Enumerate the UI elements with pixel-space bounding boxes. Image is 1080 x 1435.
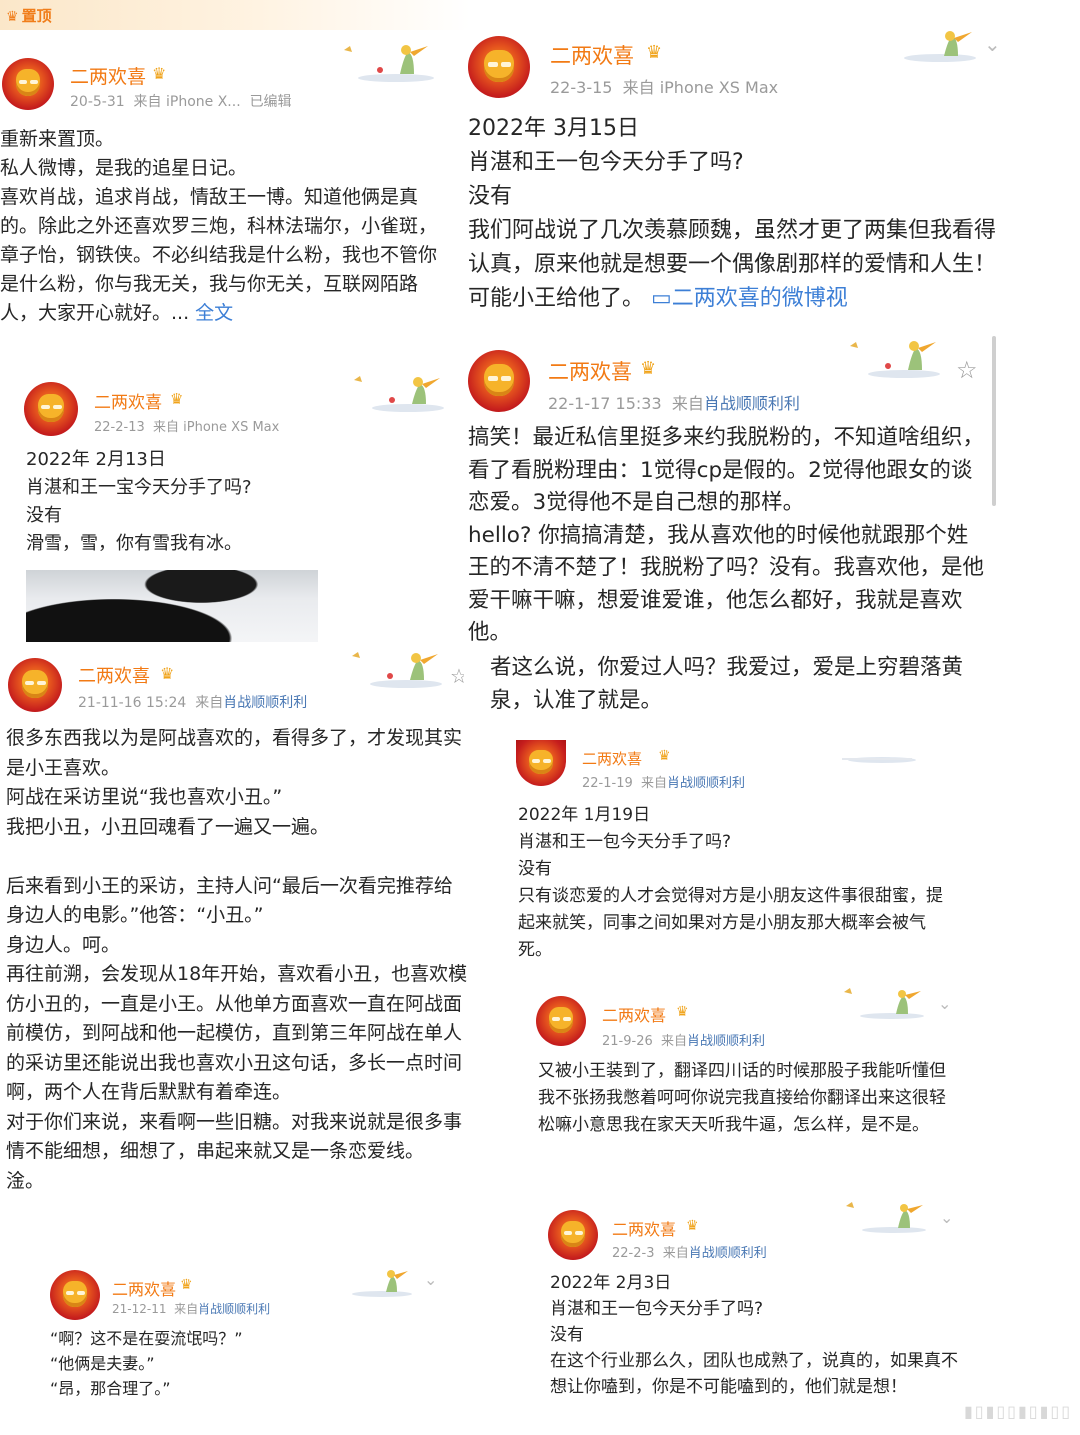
crown-icon: ♛ xyxy=(6,9,19,25)
vip-badge-icon: ♛ xyxy=(160,664,175,683)
weibo-post[interactable]: 二两欢喜 ♛ 21-11-16 15:24 来自肖战顺顺利利 ☆ 很多东西我以为… xyxy=(0,650,476,1260)
avatar[interactable] xyxy=(548,1210,598,1260)
username[interactable]: 二两欢喜 xyxy=(548,356,632,386)
little-prince-decoration-icon xyxy=(844,988,924,1019)
scrollbar-thumb[interactable] xyxy=(992,336,996,506)
post-meta: 22-2-3 来自肖战顺顺利利 xyxy=(612,1246,767,1261)
weibo-post[interactable]: 二两欢喜 ♛ 22-1-19 来自肖战顺顺利利 2022年 1月19日 肖湛和王… xyxy=(512,740,952,968)
little-prince-decoration-icon xyxy=(344,45,434,82)
username[interactable]: 二两欢喜 xyxy=(550,40,634,70)
post-body: 2022年 1月19日 肖湛和王一包今天分手了吗? 没有 只有谈恋爱的人才会觉得… xyxy=(518,805,943,960)
username[interactable]: 二两欢喜 xyxy=(612,1216,676,1240)
post-body: 又被小王装到了，翻译四川话的时候那股子我能听懂但我不张扬我憋着呵呵你说完我直接给… xyxy=(538,1061,946,1135)
avatar[interactable] xyxy=(468,36,530,98)
avatar[interactable] xyxy=(8,658,62,712)
little-prince-decoration-icon xyxy=(352,1270,412,1297)
post-meta: 22-1-19 来自肖战顺顺利利 xyxy=(582,776,746,791)
post-meta: 22-3-15 来自 iPhone XS Max xyxy=(550,78,779,97)
vip-badge-icon: ♛ xyxy=(152,64,167,83)
username[interactable]: 二两欢喜 xyxy=(582,748,642,769)
chevron-down-icon[interactable]: ⌄ xyxy=(984,32,1001,56)
quote-text: 者这么说，你爱过人吗？我爱过，爱是上穷碧落黄泉，认准了就是。 xyxy=(490,655,964,713)
vip-badge-icon: ♛ xyxy=(640,358,657,379)
expand-full-text-link[interactable]: 全文 xyxy=(195,302,233,324)
username[interactable]: 二两欢喜 xyxy=(70,62,146,89)
post-meta: 22-1-17 15:33 来自肖战顺顺利利 xyxy=(548,394,800,413)
vip-badge-icon: ♛ xyxy=(646,42,663,63)
post-meta: 21-11-16 15:24 来自肖战顺顺利利 xyxy=(78,695,308,711)
chevron-down-icon[interactable]: ⌄ xyxy=(424,1270,437,1289)
vip-badge-icon: ♛ xyxy=(180,1277,193,1293)
post-body: 很多东西我以为是阿战喜欢的，看得多了，才发现其实是小王喜欢。 阿战在采访里说“我… xyxy=(6,727,468,1192)
post-body: 重新来置顶。 私人微博，是我的追星日记。 喜欢肖战，追求肖战，情敌王一博。知道他… xyxy=(0,128,438,324)
chevron-down-icon[interactable]: ⌄ xyxy=(938,994,951,1013)
post-meta: 21-9-26 来自肖战顺顺利利 xyxy=(602,1034,766,1049)
post-body: 2022年 2月3日 肖湛和王一包今天分手了吗? 没有 在这个行业那么久，团队也… xyxy=(550,1273,958,1397)
little-prince-decoration-icon xyxy=(850,341,940,378)
weibo-post-pinned[interactable]: ♛ 置顶 二两欢喜 ♛ 20-5-31 来自 iPhone X... 已编辑 重新… xyxy=(0,0,472,345)
little-prince-decoration-icon xyxy=(904,31,976,62)
pinned-label: ♛ 置顶 xyxy=(6,7,52,25)
username[interactable]: 二两欢喜 xyxy=(602,1002,666,1026)
weibo-post[interactable]: 二两欢喜 ♛ 21-9-26 来自肖战顺顺利利 ⌄ 又被小王装到了，翻译四川话的… xyxy=(532,986,964,1172)
little-prince-decoration-icon xyxy=(352,652,442,688)
favorite-star-icon[interactable]: ☆ xyxy=(956,356,978,384)
weibo-post[interactable]: 二两欢喜 ♛ 22-1-17 15:33 来自肖战顺顺利利 ☆ 搞笑！最近私信里… xyxy=(464,336,1004,720)
username[interactable]: 二两欢喜 xyxy=(112,1276,176,1300)
vip-badge-icon: ♛ xyxy=(170,390,184,408)
avatar[interactable] xyxy=(468,350,530,412)
weibo-post[interactable]: 二两欢喜 ♛ 22-2-3 来自肖战顺顺利利 ⌄ 2022年 2月3日 肖湛和王… xyxy=(544,1200,968,1430)
post-meta: 21-12-11 来自肖战顺顺利利 xyxy=(112,1302,271,1316)
username[interactable]: 二两欢喜 xyxy=(78,662,150,688)
avatar[interactable] xyxy=(50,1270,100,1320)
chevron-down-icon[interactable]: ⌄ xyxy=(940,1208,953,1227)
watermark-bars: ▮▯▮▯▯▮▯▮▯▯ xyxy=(963,1402,1072,1421)
weibo-post[interactable]: 二两欢喜 ♛ 21-12-11 来自肖战顺顺利利 ⌄ “啊？这不是在耍流氓吗？”… xyxy=(46,1262,456,1412)
panda-photo-image[interactable] xyxy=(26,570,318,642)
username[interactable]: 二两欢喜 xyxy=(94,388,162,413)
post-body: 2022年 2月13日 肖湛和王一宝今天分手了吗? 没有 滑雪，雪，你有雪我有冰… xyxy=(26,449,252,554)
pinned-banner: ♛ 置顶 xyxy=(0,0,470,30)
little-prince-decoration-icon xyxy=(354,376,444,412)
post-body: 搞笑！最近私信里挺多来约我脱粉的，不知道啥组织，看了看脱粉理由：1觉得cp是假的… xyxy=(468,425,985,645)
post-meta: 22-2-13 来自 iPhone XS Max xyxy=(94,420,280,435)
post-body: “啊？这不是在耍流氓吗？” “他俩是夫妻。” “昂，那合理了。” xyxy=(50,1329,243,1398)
post-body: 2022年 3月15日 肖湛和王一包今天分手了吗? 没有 我们阿战说了几次羡慕顾… xyxy=(468,116,997,311)
weibo-post[interactable]: 二两欢喜 ♛ 22-2-13 来自 iPhone XS Max 2022年 2月… xyxy=(22,370,460,648)
avatar[interactable] xyxy=(516,740,566,786)
vip-badge-icon: ♛ xyxy=(686,1218,699,1234)
avatar[interactable] xyxy=(2,58,54,110)
avatar[interactable] xyxy=(536,996,586,1046)
video-link[interactable]: ▭二两欢喜的微博视 xyxy=(651,286,848,311)
post-meta: 20-5-31 来自 iPhone X... 已编辑 xyxy=(70,94,292,110)
little-prince-decoration-icon xyxy=(846,1202,926,1233)
vip-badge-icon: ♛ xyxy=(658,748,671,764)
avatar[interactable] xyxy=(24,382,78,436)
vip-badge-icon: ♛ xyxy=(676,1004,689,1020)
little-prince-decoration-icon xyxy=(842,757,916,763)
weibo-post[interactable]: 二两欢喜 ♛ 22-3-15 来自 iPhone XS Max ⌄ 2022年 … xyxy=(464,28,1012,326)
